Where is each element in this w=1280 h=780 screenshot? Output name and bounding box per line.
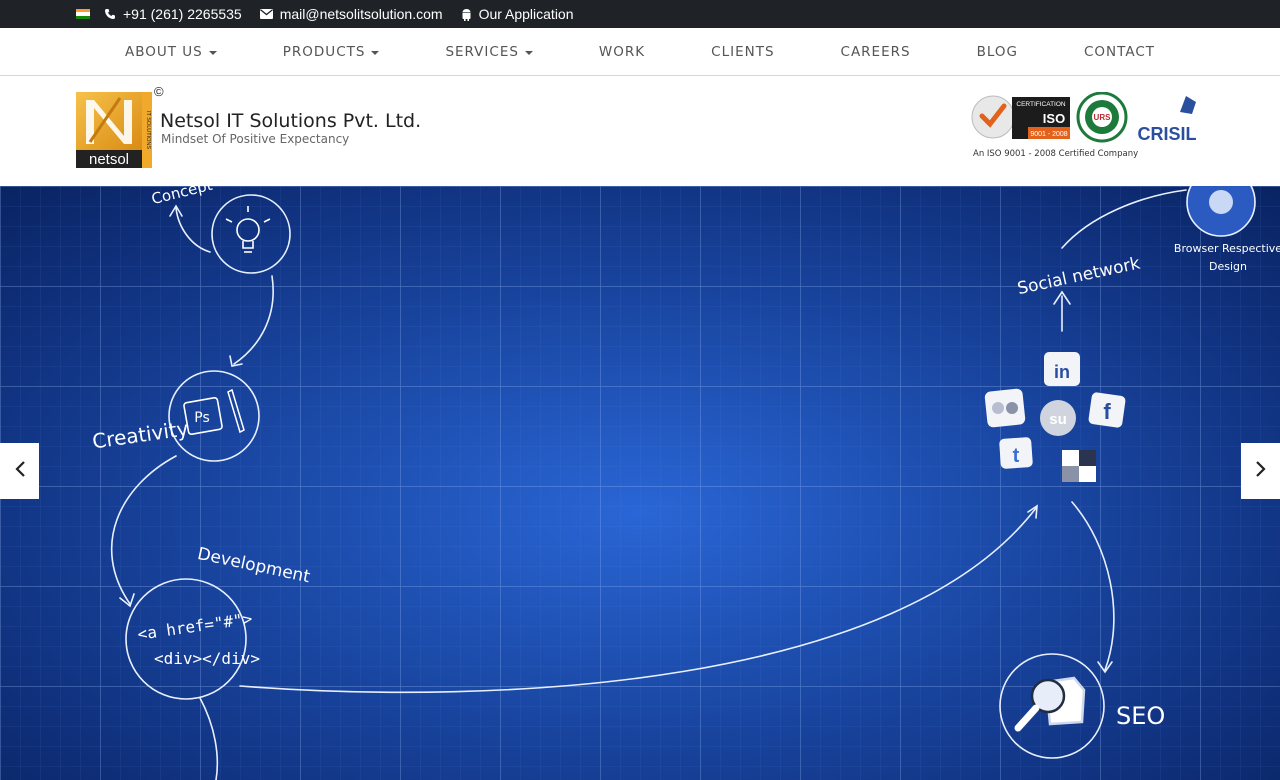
copyright-mark: © [154,84,164,99]
nav-item-about-us[interactable]: ABOUT US [92,44,250,60]
india-flag-icon [76,8,90,20]
nav-item-label: ABOUT US [125,43,203,60]
nav-item-label: BLOG [976,43,1018,60]
nav-item-clients[interactable]: CLIENTS [678,44,807,60]
nav-item-products[interactable]: PRODUCTS [250,44,413,60]
nav-item-label: CONTACT [1083,43,1155,60]
phone-icon [104,8,116,20]
nav-item-label: PRODUCTS [282,43,366,60]
flickr-icon [984,388,1026,428]
crisil-logo: CRISIL [1137,96,1197,144]
svg-text:su: su [1049,411,1067,428]
company-name: Netsol IT Solutions Pvt. Ltd. [160,110,422,132]
nav-item-label: CAREERS [840,43,911,60]
nav-list: ABOUT US PRODUCTS SERVICES WORK CLIENTS CAREE… [92,44,1188,60]
nav-item-label: SERVICES [445,43,519,60]
nav-item-work[interactable]: WORK [566,44,678,60]
svg-text:f: f [1103,399,1111,424]
email-contact[interactable]: mail@netsolitsolution.com [259,6,443,22]
certification-badges: CERTIFICATION ISO 9001 - 2008 URS CRISIL [968,91,1208,182]
caret-down-icon [208,50,217,55]
code-line-2: <div></div> [154,649,260,668]
facebook-icon: f [1088,392,1126,428]
phone-number: +91 (261) 2265535 [123,6,242,22]
envelope-icon [259,9,273,19]
app-link[interactable]: Our Application [461,6,574,22]
delicious-icon [1062,450,1096,482]
urs-badge-icon: URS [1076,91,1128,143]
chevron-left-icon [14,460,26,483]
caret-down-icon [524,50,533,55]
site-header: netsol IT SOLUTIONS © Netsol IT Solution… [0,76,1280,186]
nav-item-contact[interactable]: CONTACT [1051,44,1188,60]
slider-prev-button[interactable] [0,443,39,499]
android-icon [461,8,472,21]
svg-text:in: in [1054,362,1070,382]
logo-wordmark: netsol [89,151,129,168]
netsol-logo[interactable]: netsol IT SOLUTIONS [76,92,152,168]
nav-item-blog[interactable]: BLOG [944,44,1051,60]
stumbleupon-icon: su [1040,400,1076,436]
seo-label: SEO [1116,702,1165,730]
caret-down-icon [371,50,380,55]
top-bar: +91 (261) 2265535 mail@netsolitsolution.… [0,0,1280,28]
chevron-right-icon [1255,460,1267,483]
slider-next-button[interactable] [1241,443,1280,499]
iso-certification-badge: CERTIFICATION ISO 9001 - 2008 [971,95,1070,139]
nav-item-services[interactable]: SERVICES [412,44,565,60]
logo-side-text: IT SOLUTIONS [145,111,151,149]
company-tagline: Mindset Of Positive Expectancy [161,132,350,146]
browser-label-line-1: Browser Respective [1174,242,1280,255]
nav-item-careers[interactable]: CAREERS [808,44,944,60]
iso-year: 9001 - 2008 [1030,131,1067,138]
phone-contact[interactable]: +91 (261) 2265535 [104,6,242,22]
photoshop-text: Ps [194,410,210,426]
nav-item-label: WORK [598,43,646,60]
hero-illustration: Ps in su f t Concept Creativity Developm… [0,186,1280,780]
main-nav: ABOUT US PRODUCTS SERVICES WORK CLIENTS CAREE… [0,28,1280,76]
svg-text:t: t [1013,445,1020,467]
nav-item-label: CLIENTS [711,43,775,60]
iso-caption: An ISO 9001 - 2008 Certified Company [973,149,1139,159]
browser-label-line-2: Design [1209,260,1247,273]
iso-text: ISO [1043,111,1065,126]
crisil-text: CRISIL [1137,124,1196,144]
app-link-label: Our Application [478,6,574,22]
urs-text: URS [1094,113,1112,122]
email-address: mail@netsolitsolution.com [279,6,443,22]
hero-slider: Ps in su f t Concept Creativity Developm… [0,186,1280,780]
twitter-icon: t [999,437,1033,469]
iso-label: CERTIFICATION [1016,101,1066,108]
linkedin-icon: in [1044,352,1080,386]
